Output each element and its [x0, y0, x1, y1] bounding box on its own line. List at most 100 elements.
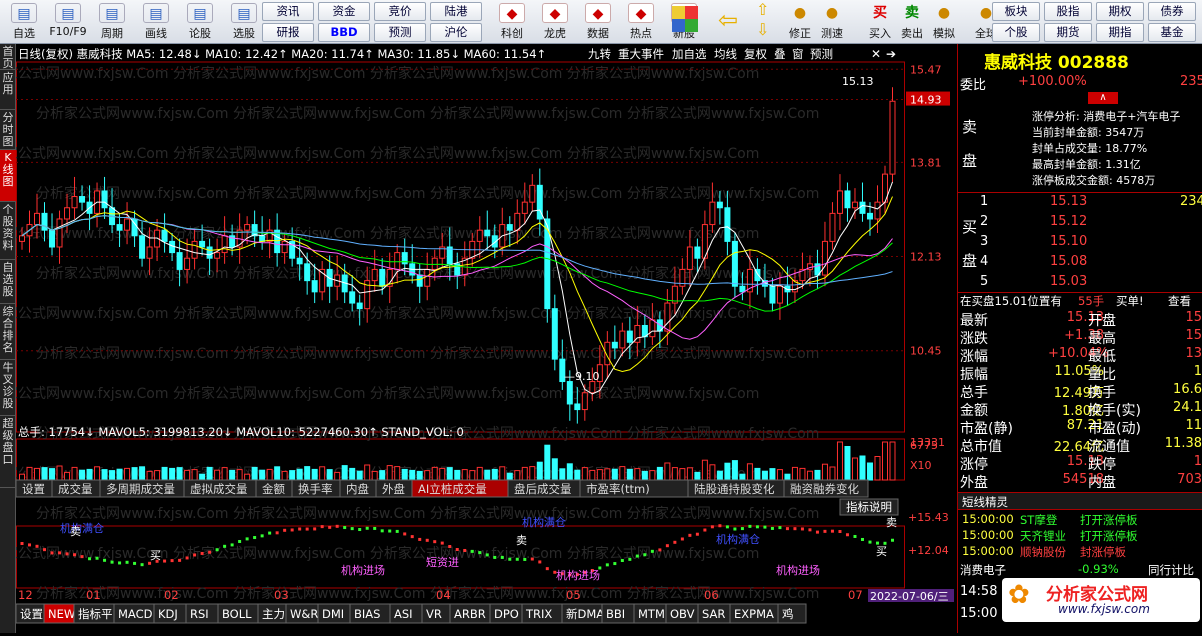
collapse-up-icon[interactable]: ∧ — [1088, 92, 1118, 104]
indicator-tab[interactable]: W&R — [285, 603, 319, 624]
volume-tab[interactable]: 陆股通持股变化 — [687, 479, 785, 498]
toolbar-pe-button[interactable]: ◆ 数据 — [578, 2, 618, 42]
elf-stock[interactable]: ST摩登 — [1020, 512, 1057, 528]
left-tab[interactable]: 应用 — [0, 70, 16, 110]
indicator-tab[interactable]: RSI — [185, 603, 219, 624]
volume-tab[interactable]: 设置 — [15, 479, 53, 498]
toolbar-dragon-button[interactable]: ◆ 龙虎 — [535, 2, 575, 42]
toolbar-period-clock-button[interactable]: ▤ 周期 — [92, 2, 132, 42]
indicator-tab[interactable]: ARBR — [449, 603, 491, 624]
toolbar-grid-button[interactable]: 研报 — [262, 23, 314, 42]
chart-menu-item[interactable]: 窗 — [792, 47, 804, 61]
toolbar-grid-button[interactable]: 债券 — [1148, 2, 1196, 21]
indicator-tab[interactable]: KDJ — [153, 603, 187, 624]
indicator-tab[interactable]: EXPMA — [729, 603, 779, 624]
indicator-tab[interactable]: VR — [421, 603, 451, 624]
indicator-tab[interactable]: TRIX — [521, 603, 563, 624]
indicator-tab[interactable]: BBI — [601, 603, 635, 624]
indicator-tab[interactable]: MTM — [633, 603, 667, 624]
zaimai-look[interactable]: 查看 — [1168, 293, 1191, 309]
toolbar-hammer-button[interactable]: ● 模拟 — [928, 2, 960, 42]
toolbar-grid-button[interactable]: 期权 — [1096, 2, 1144, 21]
chart-menu-item[interactable]: 九转 — [588, 47, 611, 61]
volume-tab[interactable]: 盘后成交量 — [507, 479, 581, 498]
toolbar-lungu-button[interactable]: ▤ 论股 — [180, 2, 220, 42]
up-arrow-icon[interactable]: ⇧ — [756, 0, 769, 20]
toolbar-f10-button[interactable]: ▤ F10/F9 — [48, 2, 88, 42]
indicator-tab[interactable]: NEW — [43, 603, 75, 624]
volume-tab[interactable]: 内盘 — [339, 479, 377, 498]
indicator-tab[interactable]: ASI — [389, 603, 423, 624]
indicator-tab[interactable]: OBV — [665, 603, 699, 624]
chart-menu-item[interactable]: 均线 — [714, 47, 737, 61]
toolbar-gauge-button[interactable]: ▤ 选股 — [224, 2, 264, 42]
toolbar-grid-button[interactable]: 资金 — [318, 2, 370, 21]
volume-bar — [761, 470, 768, 481]
left-tab[interactable]: 自选股 — [0, 260, 16, 304]
volume-tab[interactable]: 外盘 — [375, 479, 413, 498]
volume-tab[interactable]: 金额 — [255, 479, 293, 498]
quote-value: 1 — [1193, 454, 1202, 469]
chart-menu-item[interactable]: 重大事件 — [618, 47, 664, 61]
toolbar-sell-button[interactable]: 卖卖出 — [896, 2, 928, 42]
toolbar-grid-button[interactable]: 股指 — [1044, 2, 1092, 21]
toolbar-pencil-button[interactable]: ▤ 画线 — [136, 2, 176, 42]
chart-menu-item[interactable]: 叠 — [774, 47, 786, 61]
toolbar-grid-button[interactable]: 期指 — [1096, 23, 1144, 42]
volume-tab[interactable]: 换手率 — [291, 479, 341, 498]
indicator-tab[interactable]: DPO — [489, 603, 523, 624]
down-arrow-icon[interactable]: ⇩ — [756, 20, 769, 40]
toolbar-grid-button[interactable]: 竞价 — [374, 2, 426, 21]
left-tab[interactable]: 分时图 — [0, 110, 16, 150]
toolbar-zixuan-button[interactable]: ▤ 自选 — [4, 2, 44, 42]
back-arrow-icon[interactable]: ⇦ — [718, 6, 738, 34]
chart-menu-item[interactable]: 预测 — [810, 47, 833, 61]
volume-tab[interactable]: 市盈率(ttm) — [579, 479, 689, 498]
kline-svg[interactable]: 分析家公式网www.fxjsw.Com 分析家公式网www.fxjsw.Com … — [0, 44, 957, 633]
indicator-tab[interactable]: SAR — [697, 603, 731, 624]
chart-menu-item[interactable]: 复权 — [744, 47, 767, 61]
volume-tab[interactable]: 融资融券变化 — [783, 479, 869, 498]
toolbar-grid-button[interactable]: 板块 — [992, 2, 1040, 21]
indicator-tab[interactable]: 鸡 — [777, 603, 807, 624]
elf-stock[interactable]: 顺钠股份 — [1020, 544, 1066, 560]
toolbar-hot-button[interactable]: ◆ 热点 — [621, 2, 661, 42]
toolbar-grid-button[interactable]: 资讯 — [262, 2, 314, 21]
sector-name[interactable]: 消费电子 — [960, 562, 1006, 578]
toolbar-grid-button[interactable]: 基金 — [1148, 23, 1196, 42]
indicator-tab[interactable]: 新DMA — [561, 603, 604, 624]
toolbar-grid-button[interactable]: 期货 — [1044, 23, 1092, 42]
toolbar-fix-button[interactable]: ● 修正 — [784, 2, 816, 42]
indicator-tab[interactable]: 设置 — [15, 603, 45, 624]
left-tab[interactable]: 首页 — [0, 44, 16, 70]
toolbar-grid-button[interactable]: 预测 — [374, 23, 426, 42]
volume-tab[interactable]: 多周期成交量 — [99, 479, 185, 498]
close-icon[interactable]: ✕ — [871, 47, 881, 61]
color-grid-icon[interactable] — [672, 6, 698, 32]
indicator-tab[interactable]: BIAS — [349, 603, 391, 624]
volume-tab[interactable]: 虚拟成交量 — [183, 479, 257, 498]
toolbar-kechuang-button[interactable]: ◆ 科创 — [492, 2, 532, 42]
toolbar-grid-button[interactable]: 陆港 — [430, 2, 482, 21]
toolbar-grid-button[interactable]: 沪伦 — [430, 23, 482, 42]
left-tab[interactable]: K线图 — [0, 150, 16, 202]
indicator-tab[interactable]: 主力 — [257, 603, 287, 624]
toolbar-grid-button[interactable]: 个股 — [992, 23, 1040, 42]
volume-tab[interactable]: AI立桩成交量 — [411, 479, 509, 498]
left-tab[interactable]: 超级盘口 — [0, 416, 16, 488]
indicator-tab[interactable]: DMI — [317, 603, 351, 624]
toolbar-speed-button[interactable]: ● 测速 — [816, 2, 848, 42]
toolbar-grid-button[interactable]: BBD — [318, 23, 370, 42]
bid-price: 15.10 — [1050, 234, 1088, 249]
indicator-tab[interactable]: BOLL — [217, 603, 259, 624]
chart-menu-item[interactable]: 加自选 — [672, 47, 707, 61]
arrow-exit-icon[interactable]: ➔ — [886, 47, 896, 61]
left-tab[interactable]: 牛叉诊股 — [0, 360, 16, 416]
volume-tab[interactable]: 成交量 — [51, 479, 101, 498]
toolbar-buy-button[interactable]: 买买入 — [864, 2, 896, 42]
indicator-tab[interactable]: MACD — [113, 603, 155, 624]
left-tab[interactable]: 综合排名 — [0, 304, 16, 360]
elf-stock[interactable]: 天齐锂业 — [1020, 528, 1066, 544]
left-tab[interactable]: 个股资料 — [0, 202, 16, 260]
kline-chart-area[interactable]: 分析家公式网www.fxjsw.Com 分析家公式网www.fxjsw.Com … — [0, 44, 957, 633]
